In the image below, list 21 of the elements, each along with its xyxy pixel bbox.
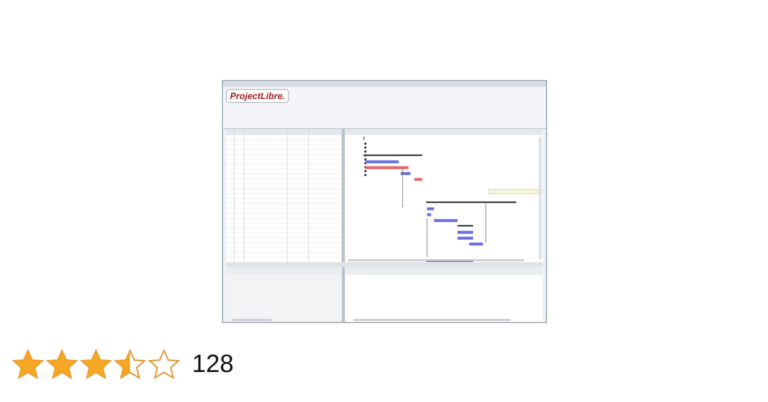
gantt-bar bbox=[427, 207, 434, 210]
gantt-bar bbox=[365, 166, 408, 170]
star-icon bbox=[80, 349, 112, 380]
app-logo: ProjectLibre. bbox=[226, 88, 290, 103]
gantt-bar bbox=[414, 178, 422, 181]
scroll-bar bbox=[232, 319, 272, 322]
gantt-bar bbox=[469, 242, 483, 246]
gantt-bar bbox=[427, 213, 432, 216]
star-icon bbox=[114, 349, 146, 380]
rating-count: 128 bbox=[192, 350, 234, 379]
star-icon bbox=[46, 349, 78, 380]
gantt-bar bbox=[400, 172, 410, 176]
dependency-line bbox=[426, 218, 428, 258]
gantt-bar bbox=[434, 219, 458, 222]
gantt-bar bbox=[365, 160, 399, 164]
dependency-line bbox=[402, 168, 403, 208]
star-icon bbox=[12, 349, 44, 380]
gantt-bar bbox=[457, 236, 474, 240]
star-icon bbox=[148, 349, 180, 380]
gantt-bar bbox=[457, 230, 474, 234]
tooltip-box bbox=[488, 190, 542, 194]
